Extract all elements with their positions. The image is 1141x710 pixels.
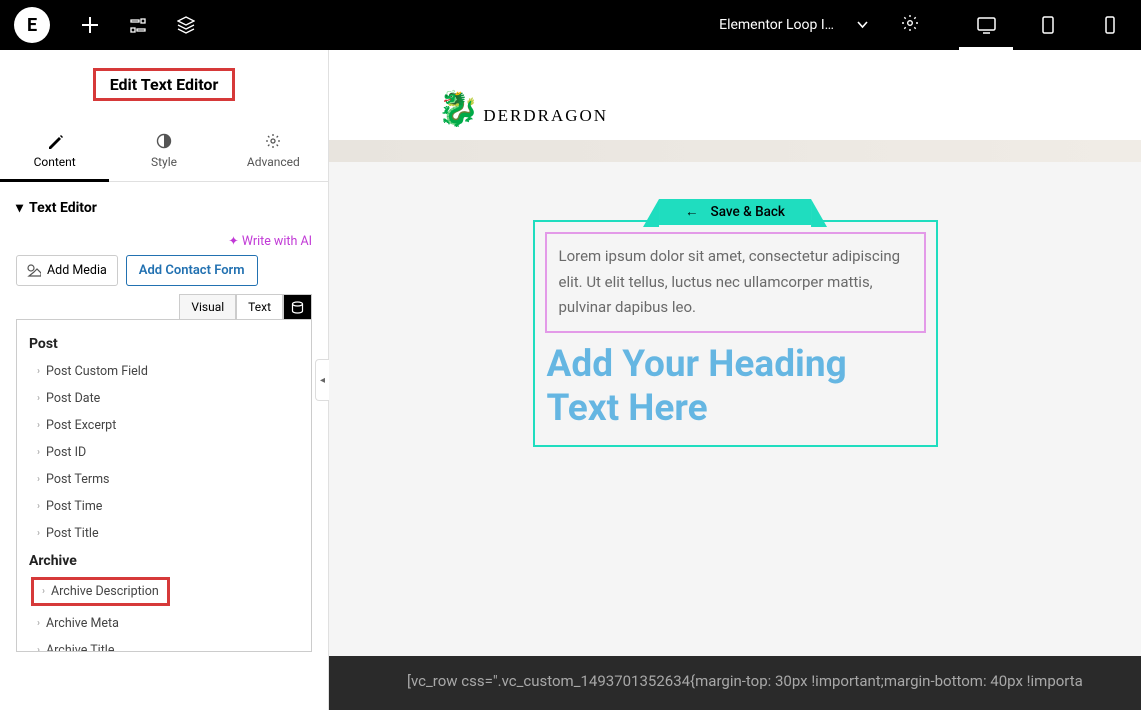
settings-sliders-icon[interactable] — [114, 0, 162, 50]
dd-item-post-custom-field[interactable]: ›Post Custom Field — [29, 358, 299, 385]
panel-title: Edit Text Editor — [93, 68, 236, 101]
topbar-left: E — [0, 0, 210, 50]
chevron-right-icon: › — [37, 366, 40, 377]
text-tab[interactable]: Text — [236, 294, 283, 319]
add-media-button[interactable]: Add Media — [16, 255, 118, 286]
save-back-button[interactable]: ← Save & Back — [659, 199, 811, 225]
caret-down-icon: ▾ — [16, 200, 23, 216]
write-ai: Write with AI — [0, 216, 328, 255]
sidebar-header: Edit Text Editor — [0, 50, 328, 109]
chevron-right-icon: › — [37, 528, 40, 539]
add-media-label: Add Media — [47, 263, 107, 278]
chevron-down-icon[interactable] — [842, 16, 883, 35]
elementor-logo[interactable]: E — [14, 7, 50, 43]
tab-advanced[interactable]: Advanced — [219, 119, 328, 181]
tab-style[interactable]: Style — [109, 119, 218, 181]
brand-logo: 🐉 DERDRAGON — [437, 92, 608, 126]
tablet-icon[interactable] — [1017, 0, 1079, 50]
dd-item-post-excerpt[interactable]: ›Post Excerpt — [29, 412, 299, 439]
save-back-label: Save & Back — [711, 204, 785, 220]
write-ai-link[interactable]: Write with AI — [228, 234, 312, 249]
footer-code: [vc_row css=".vc_custom_1493701352634{ma… — [329, 656, 1141, 710]
dd-group-post: Post — [29, 330, 299, 358]
chevron-right-icon: › — [37, 393, 40, 404]
panel-tabs: Content Style Advanced — [0, 119, 328, 182]
mobile-icon[interactable] — [1079, 0, 1141, 50]
tab-content[interactable]: Content — [0, 119, 109, 181]
layers-icon[interactable] — [162, 0, 210, 50]
heading-widget[interactable]: Add Your Heading Text Here — [545, 333, 926, 436]
device-switcher — [955, 0, 1141, 50]
dd-item-post-id[interactable]: ›Post ID — [29, 439, 299, 466]
canvas: 🐉 DERDRAGON ← Save & Back Lorem ipsum do… — [329, 50, 1141, 710]
chevron-right-icon: › — [37, 420, 40, 431]
topbar-right: Elementor Loop I… — [719, 0, 1141, 50]
chevron-right-icon: › — [37, 618, 40, 629]
dragon-icon: 🐉 — [437, 92, 479, 126]
desktop-icon[interactable] — [955, 0, 1017, 50]
editor-subtabs: Visual Text — [0, 286, 328, 319]
collapse-sidebar-icon[interactable]: ◂ — [315, 359, 329, 401]
dynamic-tag-icon[interactable] — [283, 294, 312, 319]
dd-item-archive-title[interactable]: ›Archive Title — [29, 637, 299, 651]
canvas-header: 🐉 DERDRAGON — [329, 50, 1141, 140]
brand-text: DERDRAGON — [483, 106, 608, 126]
chevron-right-icon: › — [37, 501, 40, 512]
banner-strip — [329, 140, 1141, 162]
dd-item-post-time[interactable]: ›Post Time — [29, 493, 299, 520]
tab-label: Advanced — [247, 155, 300, 169]
text-editor-widget[interactable]: Lorem ipsum dolor sit amet, consectetur … — [545, 232, 926, 333]
dd-item-post-date[interactable]: ›Post Date — [29, 385, 299, 412]
dd-item-post-title[interactable]: ›Post Title — [29, 520, 299, 547]
chevron-right-icon: › — [37, 645, 40, 651]
tab-label: Style — [151, 155, 177, 169]
section-text-editor[interactable]: ▾ Text Editor — [0, 182, 328, 216]
chevron-right-icon: › — [37, 474, 40, 485]
topbar: E Elementor Loop I… — [0, 0, 1141, 50]
widget-container[interactable]: Lorem ipsum dolor sit amet, consectetur … — [533, 220, 938, 447]
chevron-right-icon: › — [42, 586, 45, 597]
dd-item-archive-description[interactable]: ›Archive Description — [31, 577, 170, 606]
sidebar: Edit Text Editor Content Style Advanced … — [0, 50, 329, 710]
visual-tab[interactable]: Visual — [179, 294, 236, 319]
arrow-left-icon: ← — [685, 204, 699, 220]
section-title: Text Editor — [29, 200, 97, 216]
document-title: Elementor Loop I… — [719, 17, 842, 33]
tab-label: Content — [34, 155, 76, 169]
gear-icon[interactable] — [883, 14, 937, 36]
dd-item-archive-meta[interactable]: ›Archive Meta — [29, 610, 299, 637]
dd-group-archive: Archive — [29, 547, 299, 575]
dd-item-post-terms[interactable]: ›Post Terms — [29, 466, 299, 493]
chevron-right-icon: › — [37, 447, 40, 458]
add-contact-form-button[interactable]: Add Contact Form — [126, 255, 258, 286]
dynamic-dropdown: Post ›Post Custom Field ›Post Date ›Post… — [16, 319, 312, 652]
add-icon[interactable] — [66, 0, 114, 50]
widget-wrap: ← Save & Back Lorem ipsum dolor sit amet… — [533, 220, 938, 447]
